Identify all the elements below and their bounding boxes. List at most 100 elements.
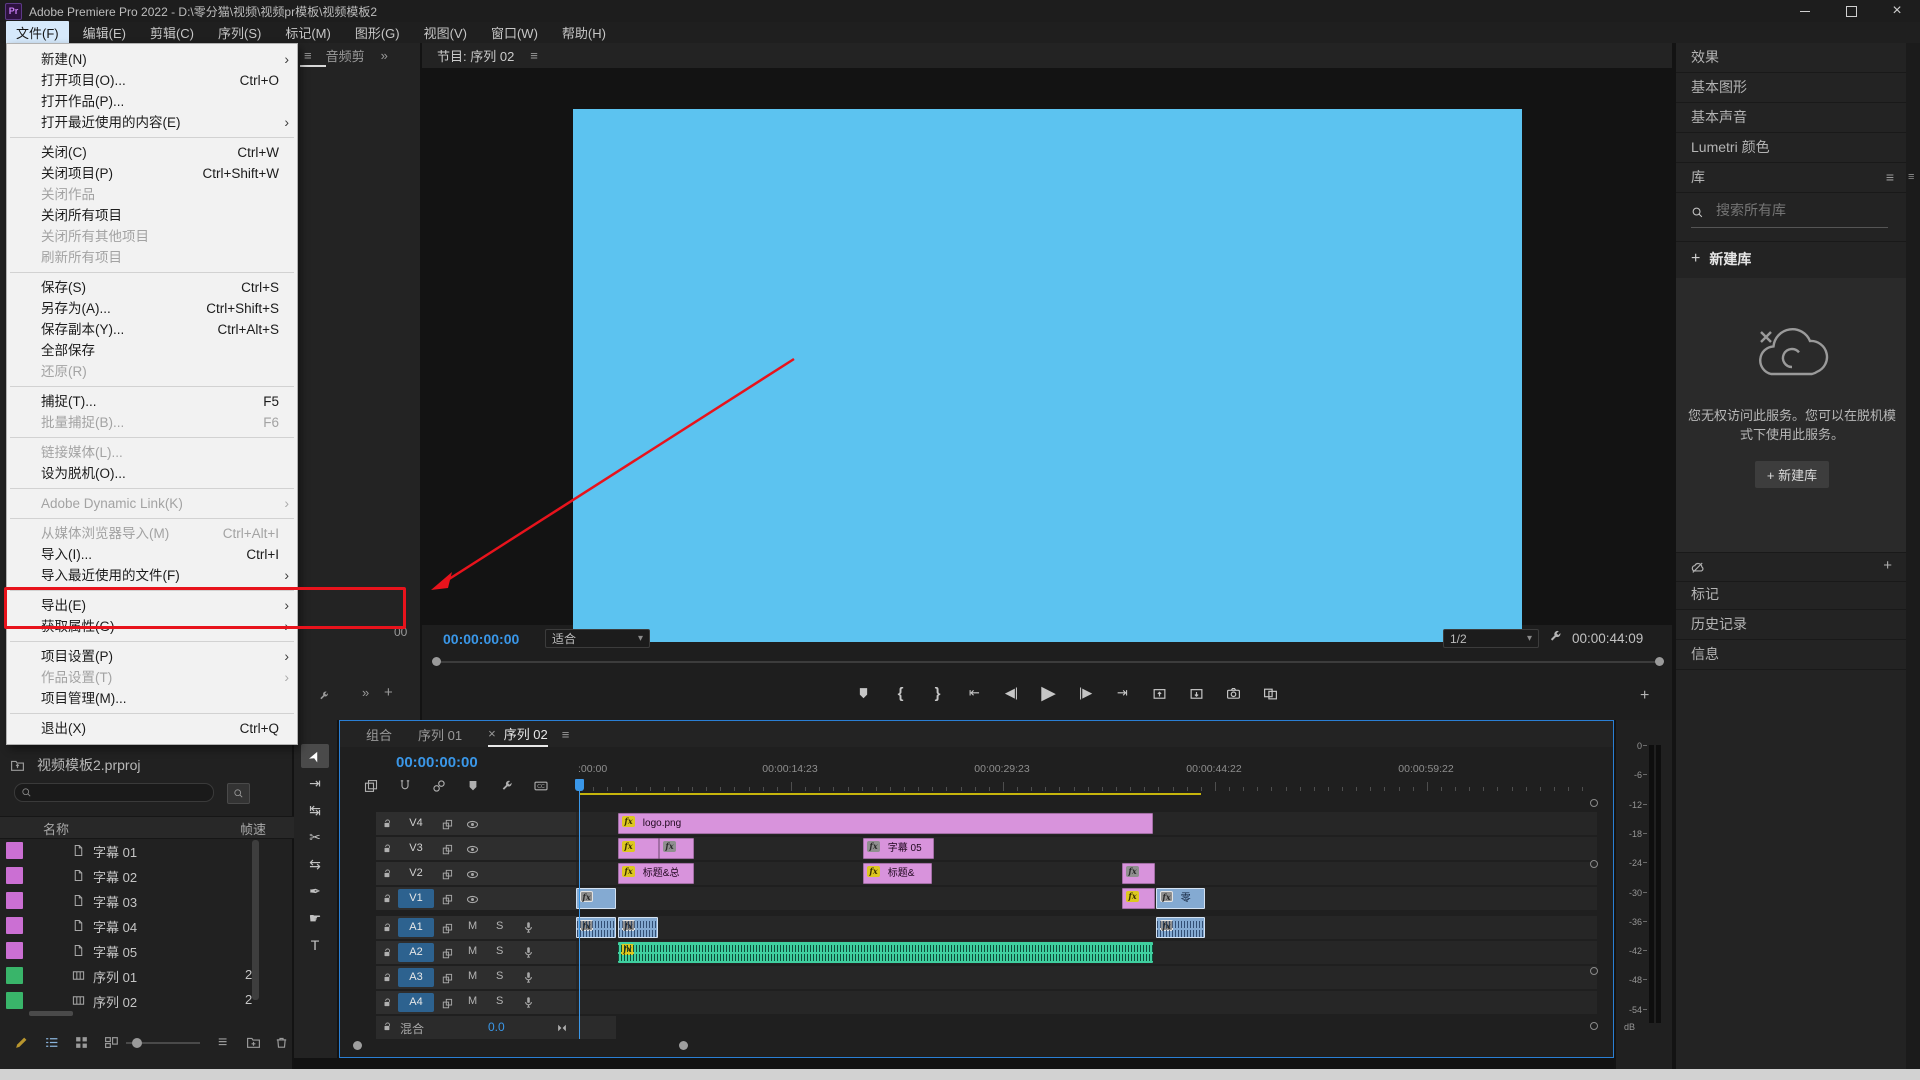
add-icon[interactable]: +	[1883, 557, 1892, 574]
menubar-item-5[interactable]: 图形(G)	[345, 21, 410, 44]
label-color-swatch[interactable]	[6, 942, 23, 959]
playback-resolution-select[interactable]: 1/2▾	[1443, 629, 1539, 648]
lock-icon[interactable]	[382, 970, 393, 988]
lock-icon[interactable]	[382, 1020, 393, 1034]
project-item-1[interactable]: 字幕 02	[0, 863, 294, 888]
add-marker-icon[interactable]	[456, 777, 490, 795]
lock-icon[interactable]	[382, 816, 393, 834]
menu-item-26[interactable]: 从媒体浏览器导入(M) Ctrl+Alt+I	[7, 523, 297, 544]
sort-icon[interactable]: ≡	[218, 1034, 227, 1052]
menu-item-13[interactable]: 另存为(A)... Ctrl+Shift+S	[7, 298, 297, 319]
menubar-item-3[interactable]: 序列(S)	[208, 21, 271, 44]
menu-item-5[interactable]: 关闭(C) Ctrl+W	[7, 142, 297, 163]
clip-V3[interactable]: fx	[618, 838, 659, 859]
menu-item-15[interactable]: 全部保存	[7, 340, 297, 361]
icon-view-icon[interactable]	[74, 1034, 89, 1052]
project-horizontal-scrollbar[interactable]	[29, 1011, 73, 1016]
sync-lock-icon[interactable]	[442, 816, 454, 834]
lock-icon[interactable]	[382, 995, 393, 1013]
menu-item-28[interactable]: 导入最近使用的文件(F) ›	[7, 565, 297, 586]
solo-button[interactable]: S	[496, 945, 503, 957]
label-color-swatch[interactable]	[6, 917, 23, 934]
sync-lock-icon[interactable]	[442, 945, 454, 963]
voiceover-record-icon[interactable]	[522, 919, 535, 937]
menu-item-16[interactable]: 还原(R)	[7, 361, 297, 382]
timeline-ruler[interactable]: :00:0000:00:14:2300:00:29:2300:00:44:220…	[576, 751, 1597, 791]
clip-V2[interactable]: fx 标题&总	[618, 863, 694, 884]
project-search-input[interactable]	[37, 785, 201, 801]
column-framerate[interactable]: 帧速	[240, 819, 266, 838]
track-scroll-handle[interactable]	[1590, 1022, 1598, 1030]
solo-button[interactable]: S	[496, 920, 503, 932]
lock-icon[interactable]	[382, 841, 393, 859]
menu-item-19[interactable]: 批量捕捉(B)... F6	[7, 412, 297, 433]
menu-item-0[interactable]: 新建(N) ›	[7, 49, 297, 70]
clip-V1[interactable]: fx	[1122, 888, 1155, 909]
menu-item-2[interactable]: 打开作品(P)...	[7, 91, 297, 112]
project-item-6[interactable]: 序列 02 2	[0, 988, 294, 1013]
ripple-edit-tool[interactable]: ↹	[301, 798, 329, 822]
panel-menu-icon[interactable]: ≡	[530, 48, 538, 63]
sync-lock-icon[interactable]	[442, 970, 454, 988]
label-color-swatch[interactable]	[6, 867, 23, 884]
step-forward-icon[interactable]: |▶	[1067, 680, 1104, 706]
timeline-tab-2[interactable]: × 序列 02	[488, 721, 548, 747]
menu-item-10[interactable]: 刷新所有项目	[7, 247, 297, 268]
lift-icon[interactable]	[1141, 680, 1178, 706]
menu-item-12[interactable]: 保存(S) Ctrl+S	[7, 277, 297, 298]
timeline-tab-1[interactable]: 序列 01	[418, 721, 462, 747]
nest-toggle-icon[interactable]	[354, 777, 388, 795]
razor-tool[interactable]: ✂	[301, 825, 329, 849]
sync-lock-icon[interactable]	[442, 995, 454, 1013]
scroll-handle-left[interactable]	[432, 657, 441, 666]
track-scroll-handle[interactable]	[1590, 799, 1598, 807]
mixer-settings-icon[interactable]	[318, 687, 330, 705]
comparison-view-icon[interactable]	[1252, 680, 1289, 706]
project-item-4[interactable]: 字幕 05	[0, 938, 294, 963]
menu-item-33[interactable]: 项目设置(P) ›	[7, 646, 297, 667]
track-target-A4[interactable]: A4	[398, 993, 434, 1012]
panel-menu-icon[interactable]: ≡	[562, 727, 570, 742]
lock-icon[interactable]	[382, 945, 393, 963]
menubar-item-6[interactable]: 视图(V)	[414, 21, 477, 44]
track-select-forward-tool[interactable]: ⇥	[301, 771, 329, 795]
track-target-V3[interactable]: V3	[398, 839, 434, 858]
edit-pencil-icon[interactable]	[14, 1034, 29, 1052]
menubar-item-0[interactable]: 文件(F)	[6, 21, 69, 44]
menubar-item-4[interactable]: 标记(M)	[275, 21, 341, 44]
clip-A1[interactable]: fx	[576, 917, 616, 938]
clip-V2[interactable]: fx 标题&	[863, 863, 932, 884]
track-target-A1[interactable]: A1	[398, 918, 434, 937]
project-item-3[interactable]: 字幕 04	[0, 913, 294, 938]
menu-item-31[interactable]: 获取属性(G) ›	[7, 616, 297, 637]
menu-item-21[interactable]: 链接媒体(L)...	[7, 442, 297, 463]
menu-item-9[interactable]: 关闭所有其他项目	[7, 226, 297, 247]
extract-icon[interactable]	[1178, 680, 1215, 706]
panel-menu-icon[interactable]: ≡	[1886, 163, 1894, 192]
maximize-button[interactable]	[1828, 0, 1874, 22]
minimize-button[interactable]	[1782, 0, 1828, 22]
project-item-0[interactable]: 字幕 01	[0, 838, 294, 863]
sync-lock-icon[interactable]	[442, 841, 454, 859]
list-view-icon[interactable]	[44, 1034, 59, 1052]
mix-volume-value[interactable]: 0.0	[488, 1020, 505, 1034]
menu-item-7[interactable]: 关闭作品	[7, 184, 297, 205]
tab-overflow-icon[interactable]: »	[381, 48, 388, 63]
sync-lock-icon[interactable]	[442, 920, 454, 938]
bin-search-button[interactable]	[227, 783, 250, 804]
program-zoom-scrollbar[interactable]	[422, 655, 1674, 669]
toggle-track-output-icon[interactable]	[466, 891, 479, 909]
add-button[interactable]: +	[1640, 687, 1649, 705]
snap-icon[interactable]	[388, 777, 422, 795]
track-scroll-handle[interactable]	[1590, 860, 1598, 868]
menubar-item-2[interactable]: 剪辑(C)	[140, 21, 204, 44]
lock-icon[interactable]	[382, 891, 393, 909]
clip-V1[interactable]: fx 零	[1156, 888, 1205, 909]
mark-out-icon[interactable]: }	[919, 680, 956, 706]
menu-item-30[interactable]: 导出(E) ›	[7, 595, 297, 616]
label-color-swatch[interactable]	[6, 892, 23, 909]
lock-icon[interactable]	[382, 920, 393, 938]
panel-menu-icon[interactable]: ≡	[304, 48, 312, 63]
panel-markers[interactable]: 标记	[1676, 580, 1908, 610]
panel-effects[interactable]: 效果	[1676, 43, 1906, 73]
